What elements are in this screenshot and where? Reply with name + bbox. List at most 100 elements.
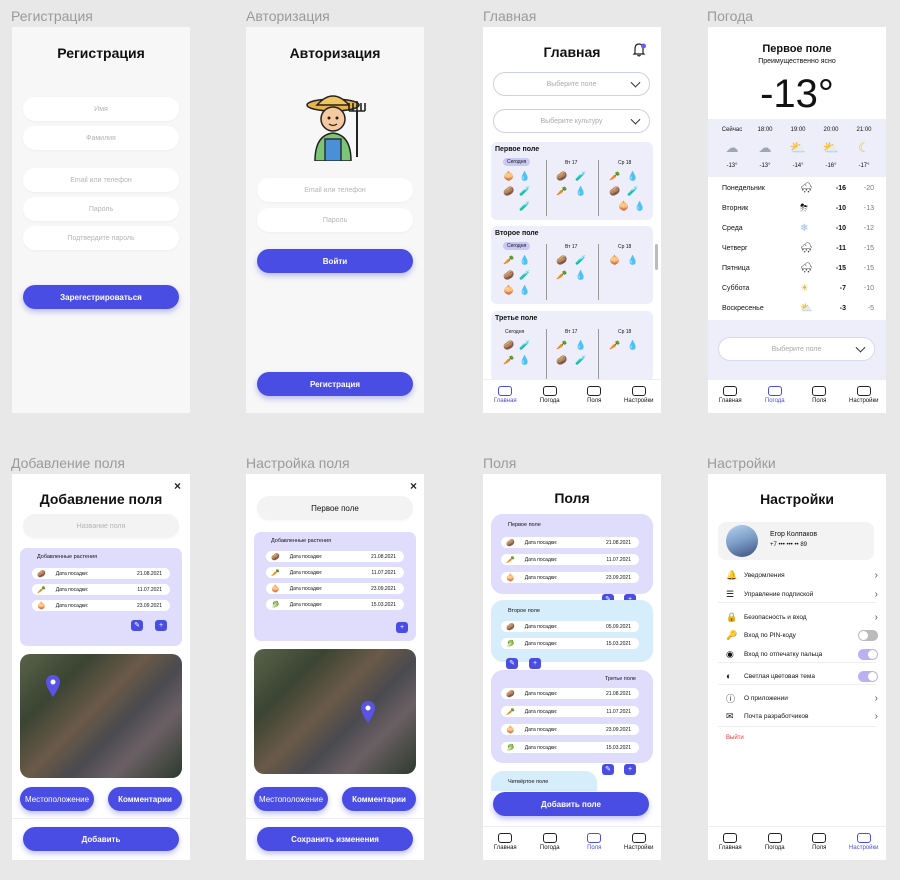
nav-fields[interactable]: Поля <box>572 827 617 860</box>
plant-row[interactable]: 🥔 Дата посадки: 21.08.2021 <box>266 551 404 562</box>
comments-button[interactable]: Комментарии <box>108 787 182 811</box>
nav-settings[interactable]: Настройки <box>617 827 662 860</box>
plant-row[interactable]: 🥔 Дата посадки: 21.08.2021 <box>32 568 170 579</box>
settings-item-mail[interactable]: ✉ Почта разработчиков › <box>726 707 878 725</box>
profile-card[interactable]: Егор Колпаков +7 ••• ••• •• 89 <box>718 522 874 560</box>
field-card[interactable]: Второе поле Сегодня Вт 17 Ср 18 🥕 💧 🥔 🧪 🧅 💧… <box>491 226 653 304</box>
nav-home[interactable]: Главная <box>708 827 753 860</box>
location-pin-icon[interactable] <box>46 675 60 697</box>
plant-row[interactable]: 🧅 Дата посадки: 23.09.2021 <box>266 583 404 594</box>
last-name-field[interactable]: Фамилия <box>23 126 179 150</box>
settings-item-theme[interactable]: ◐ Светлая цветовая тема <box>726 667 878 685</box>
field-select[interactable]: Выберите поле <box>493 72 650 96</box>
bell-icon[interactable] <box>631 42 647 58</box>
password-field[interactable]: Пароль <box>257 208 413 232</box>
plant-row[interactable]: 🥕 Дата посадки: 11.07.2021 <box>501 706 639 717</box>
settings-item-notifications[interactable]: 🔔 Уведомления › <box>726 566 878 584</box>
add-plant-button[interactable]: + <box>155 620 167 631</box>
hour-label: Сейчас <box>721 127 743 133</box>
field-select[interactable]: Выберите поле <box>718 337 875 361</box>
fingerprint-toggle[interactable] <box>858 648 878 660</box>
frame-label: Добавление поля <box>11 455 126 471</box>
hour-temp: -17° <box>858 163 870 169</box>
add-plant-button[interactable]: + <box>396 622 408 633</box>
edit-icon[interactable]: ✎ <box>602 764 614 775</box>
nav-settings[interactable]: Настройки <box>842 380 887 413</box>
plant-row[interactable]: 🥕 Дата посадки: 11.07.2021 <box>32 584 170 595</box>
field-name-input[interactable]: Название поля <box>23 514 179 538</box>
pin-toggle[interactable] <box>858 629 878 641</box>
carrot-icon: 🥕 <box>503 355 515 365</box>
field-group[interactable]: Четвёртое поле <box>491 771 597 791</box>
edit-icon[interactable]: ✎ <box>506 658 518 669</box>
settings-item-about[interactable]: ⓘ О приложении › <box>726 689 878 707</box>
nav-fields[interactable]: Поля <box>572 380 617 413</box>
weather-select-area: Выберите поле <box>708 320 886 379</box>
theme-toggle[interactable] <box>858 670 878 682</box>
field-group[interactable]: Второе поле 🥔 Дата посадки: 05.09.2021 🥬 Да… <box>491 600 653 662</box>
nav-home[interactable]: Главная <box>483 827 528 860</box>
field-group[interactable]: Третье поле 🥔 Дата посадки: 21.08.2021 🥕 Да… <box>491 670 653 763</box>
password-field[interactable]: Пароль <box>23 197 179 221</box>
satellite-map[interactable] <box>254 649 416 774</box>
comments-button[interactable]: Комментарии <box>342 787 416 811</box>
plant-row[interactable]: 🧅 Дата посадки: 23.09.2021 <box>32 600 170 611</box>
close-icon[interactable]: × <box>410 479 417 493</box>
register-button[interactable]: Регистрация <box>257 372 413 396</box>
field-card[interactable]: Третье поле Сегодня Вт 17 Ср 18 🥔 🧪 🥕 💧 🥕 💧… <box>491 311 653 381</box>
scrollbar[interactable] <box>655 244 658 270</box>
frame-label: Настройка поля <box>246 455 350 471</box>
login-button[interactable]: Войти <box>257 249 413 273</box>
logout-link[interactable]: Выйти <box>726 735 744 741</box>
nav-weather[interactable]: Погода <box>753 827 798 860</box>
edit-icon[interactable]: ✎ <box>131 620 143 631</box>
plant-row[interactable]: 🥔 Дата посадки: 21.08.2021 <box>501 688 639 699</box>
nav-home[interactable]: Главная <box>483 380 528 413</box>
email-field[interactable]: Email или телефон <box>23 168 179 192</box>
nav-weather[interactable]: Погода <box>753 380 798 413</box>
register-button[interactable]: Зарегестрироваться <box>23 285 179 309</box>
nav-fields[interactable]: Поля <box>797 380 842 413</box>
location-button[interactable]: Местоположение <box>20 787 94 811</box>
save-button[interactable]: Сохранить изменения <box>257 827 413 851</box>
nav-weather[interactable]: Погода <box>528 827 573 860</box>
frame-label: Поля <box>483 455 517 471</box>
settings-item-pin[interactable]: 🔑 Вход по PIN-коду <box>726 626 878 644</box>
field-group[interactable]: Первое поле 🥔 Дата посадки: 21.08.2021 🥕 Да… <box>491 514 653 594</box>
plant-row[interactable]: 🧅 Дата посадки: 23.09.2021 <box>501 572 639 583</box>
settings-item-subscription[interactable]: ☰ Управление подпиской › <box>726 585 878 603</box>
plant-row[interactable]: 🥕 Дата посадки: 11.07.2021 <box>266 567 404 578</box>
plant-row[interactable]: 🥬 Дата посадки: 15.03.2021 <box>501 638 639 649</box>
add-plant-button[interactable]: + <box>624 764 636 775</box>
hour-temp: -13° <box>759 163 771 169</box>
settings-item-fingerprint[interactable]: ◉ Вход по отпечатку пальца <box>726 645 878 663</box>
location-pin-icon[interactable] <box>361 701 375 723</box>
settings-item-security[interactable]: 🔒 Безопасность и вход › <box>726 608 878 626</box>
crop-select[interactable]: Выберите культуру <box>493 109 650 133</box>
confirm-password-field[interactable]: Подтвердите пароль <box>23 226 179 250</box>
field-name-input[interactable]: Первое поле <box>257 496 413 520</box>
nav-settings[interactable]: Настройки <box>617 380 662 413</box>
email-field[interactable]: Email или телефон <box>257 178 413 202</box>
chevron-right-icon: › <box>874 588 878 600</box>
plant-row[interactable]: 🥔 Дата посадки: 21.08.2021 <box>501 537 639 548</box>
add-button[interactable]: Добавить <box>23 827 179 851</box>
nav-weather[interactable]: Погода <box>528 380 573 413</box>
nav-settings[interactable]: Настройки <box>842 827 887 860</box>
bottom-nav: Главная Погода Поля Настройки <box>483 379 661 413</box>
chevron-right-icon: › <box>874 710 878 722</box>
cloud-icon: ☁ <box>758 140 772 155</box>
satellite-map[interactable] <box>20 654 182 778</box>
plant-row[interactable]: 🥔 Дата посадки: 05.09.2021 <box>501 621 639 632</box>
add-field-button[interactable]: Добавить поле <box>493 792 649 816</box>
nav-home[interactable]: Главная <box>708 380 753 413</box>
plant-row[interactable]: 🥕 Дата посадки: 11.07.2021 <box>501 554 639 565</box>
plant-row[interactable]: 🥬 Дата посадки: 15.03.2021 <box>501 742 639 753</box>
plant-row[interactable]: 🧅 Дата посадки: 23.09.2021 <box>501 724 639 735</box>
plant-row[interactable]: 🥬 Дата посадки: 15.03.2021 <box>266 599 404 610</box>
nav-fields[interactable]: Поля <box>797 827 842 860</box>
first-name-field[interactable]: Имя <box>23 97 179 121</box>
location-button[interactable]: Местоположение <box>254 787 328 811</box>
add-plant-button[interactable]: + <box>529 658 541 669</box>
field-card[interactable]: Первое поле Сегодня Вт 17 Ср 18 🧅 💧 🥔 🧪 🧪 … <box>491 142 653 220</box>
